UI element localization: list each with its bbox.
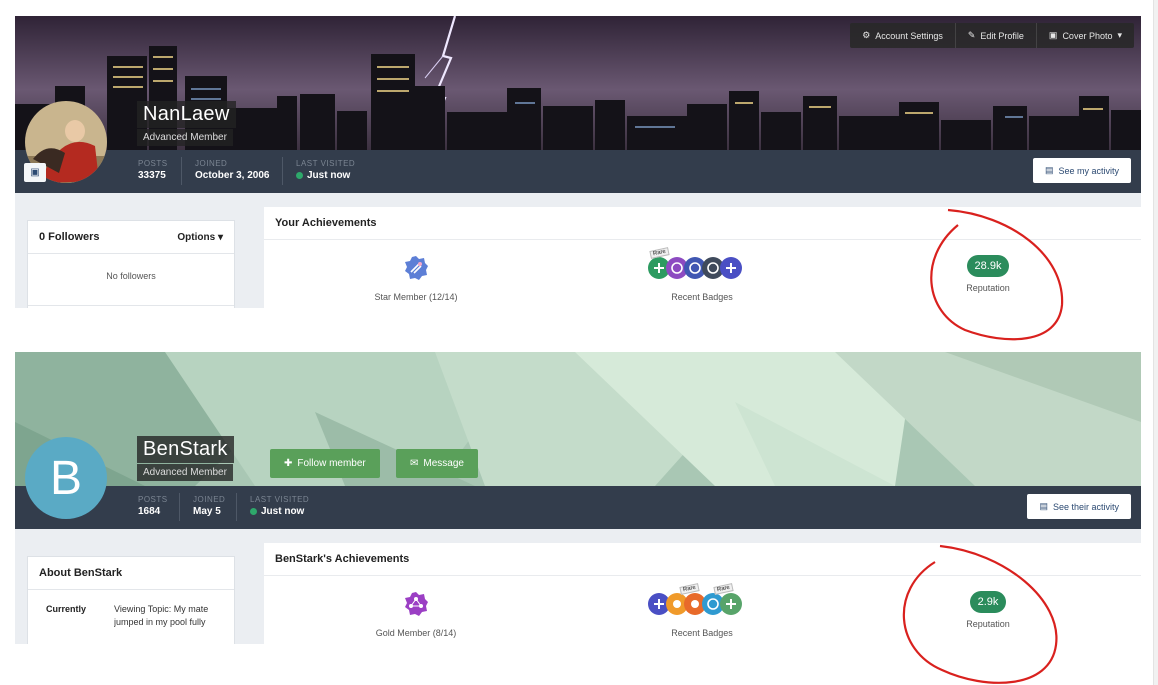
profile-rank: Advanced Member — [137, 129, 233, 146]
account-settings-button[interactable]: ⚙ Account Settings — [850, 23, 956, 48]
reputation-achievement[interactable]: 2.9k Reputation — [888, 591, 1088, 629]
rank-achievement[interactable]: Star Member (12/14) — [316, 255, 516, 302]
profile-owner-toolbar: ⚙ Account Settings ✎ Edit Profile ▣ Cove… — [850, 23, 1134, 48]
see-their-activity-button[interactable]: ▤ See their activity — [1027, 494, 1131, 519]
recent-badges[interactable]: Rare Recent Badges — [602, 247, 802, 302]
activity-feed-icon: ▤ — [1044, 165, 1054, 175]
reputation-caption: Reputation — [966, 283, 1010, 293]
image-icon: ▣ — [1048, 30, 1058, 40]
profile-info-bar — [15, 150, 1141, 193]
activity-feed-icon: ▤ — [1039, 501, 1048, 511]
reputation-caption: Reputation — [966, 619, 1010, 629]
profile-header-nanlaew: ⚙ Account Settings ✎ Edit Profile ▣ Cove… — [15, 16, 1141, 308]
reputation-achievement[interactable]: 28.9k Reputation — [888, 255, 1088, 293]
achievements-panel: BenStark's Achievements Gold Member (8/1… — [264, 543, 1141, 644]
achievements-title: Your Achievements — [264, 207, 1141, 240]
stat-divider — [282, 157, 283, 185]
gold-member-rank-icon — [405, 592, 428, 616]
reputation-value: 28.9k — [966, 255, 1010, 277]
profile-name: NanLaew — [137, 101, 236, 128]
currently-viewing-link[interactable]: Viewing Topic: My mate jumped in my pool… — [114, 603, 219, 629]
rank-achievement[interactable]: Gold Member (8/14) — [316, 591, 516, 638]
profile-name: BenStark — [137, 436, 234, 463]
stat-last-visited: LAST VISITED Just now — [296, 159, 356, 181]
message-button[interactable]: ✉ Message — [396, 449, 478, 478]
online-status-icon — [296, 172, 303, 179]
page-scrollbar[interactable] — [1153, 0, 1158, 685]
see-my-activity-button[interactable]: ▤ See my activity — [1032, 158, 1131, 183]
achievements-panel: Your Achievements Star Member (12/14) Ra… — [264, 207, 1141, 308]
followers-title: 0 Followers — [39, 231, 100, 243]
stat-posts: POSTS 1684 — [138, 495, 168, 517]
rank-caption: Gold Member (8/14) — [375, 628, 457, 638]
about-title: About BenStark — [39, 567, 123, 579]
avatar-letter: B — [49, 451, 82, 505]
envelope-icon: ✉ — [410, 458, 419, 469]
pencil-icon: ✎ — [967, 30, 976, 40]
followers-options-menu[interactable]: Options ▾ — [177, 232, 223, 243]
achievements-title: BenStark's Achievements — [264, 543, 1141, 576]
online-status-icon — [250, 508, 257, 515]
stat-posts: POSTS 33375 — [138, 159, 168, 181]
followers-widget: 0 Followers Options ▾ No followers — [27, 220, 235, 308]
profile-rank: Advanced Member — [137, 464, 233, 481]
stat-divider — [179, 493, 180, 521]
stat-divider — [236, 493, 237, 521]
gear-icon: ⚙ — [862, 30, 871, 40]
rank-caption: Star Member (12/14) — [374, 292, 458, 302]
about-widget: About BenStark Currently Viewing Topic: … — [27, 556, 235, 644]
profile-header-benstark: B BenStark Advanced Member ✚ Follow memb… — [15, 352, 1141, 644]
user-plus-icon: ✚ — [284, 458, 293, 469]
badges-caption: Recent Badges — [671, 292, 733, 302]
recent-badges[interactable]: Rare Rare Recent Badges — [602, 583, 802, 638]
change-photo-button[interactable]: ▣ — [24, 163, 46, 182]
profile-info-bar — [15, 486, 1141, 529]
stat-joined: JOINED October 3, 2006 — [195, 159, 270, 181]
no-followers-text: No followers — [106, 271, 156, 281]
reputation-value: 2.9k — [969, 591, 1007, 613]
avatar[interactable]: B — [25, 437, 107, 519]
stat-divider — [181, 157, 182, 185]
image-icon: ▣ — [30, 167, 40, 178]
edit-profile-button[interactable]: ✎ Edit Profile — [956, 23, 1037, 48]
caret-down-icon: ▾ — [217, 231, 223, 243]
widget-divider — [28, 305, 234, 306]
stat-joined: JOINED May 5 — [193, 495, 226, 517]
caret-down-icon: ▾ — [1117, 30, 1122, 40]
badge-icons-row — [648, 593, 742, 615]
star-member-rank-icon — [405, 256, 428, 280]
stat-last-visited: LAST VISITED Just now — [250, 495, 310, 517]
about-currently-row: Currently Viewing Topic: My mate jumped … — [28, 590, 234, 629]
follow-member-button[interactable]: ✚ Follow member — [270, 449, 380, 478]
cover-photo-button[interactable]: ▣ Cover Photo ▾ — [1037, 23, 1134, 48]
badges-caption: Recent Badges — [671, 628, 733, 638]
badge-icons-row — [648, 257, 742, 279]
